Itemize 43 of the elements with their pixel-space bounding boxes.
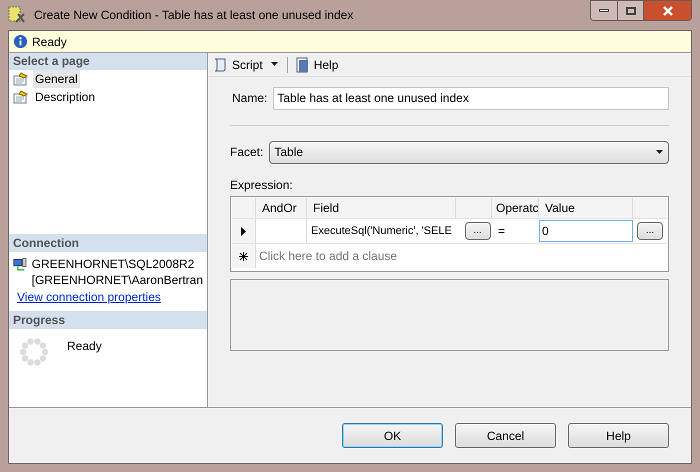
column-header: AndOr <box>256 198 307 218</box>
window-title: Create New Condition - Table has at least one unused index <box>34 7 354 24</box>
spinner-icon <box>19 337 49 367</box>
help-button[interactable]: Help <box>296 56 338 74</box>
dialog-button[interactable]: Cancel <box>455 423 556 448</box>
connection-properties-link[interactable]: View connection properties <box>9 288 207 306</box>
info-icon <box>13 34 28 49</box>
tools-icon <box>8 6 26 24</box>
add-clause-placeholder[interactable]: Click here to add a clause <box>256 247 400 265</box>
dialog-button[interactable]: Help <box>568 423 669 448</box>
table-cell-text: = <box>497 223 506 240</box>
page-icon <box>13 90 29 104</box>
minimize-button[interactable] <box>591 1 618 20</box>
server-name: GREENHORNET\SQL2008R2 <box>32 256 196 272</box>
page-icon <box>13 72 29 86</box>
sidebar-item[interactable]: General <box>33 70 80 88</box>
section-header: Progress <box>9 311 207 329</box>
maximize-button[interactable] <box>618 1 644 20</box>
column-header: Value <box>539 198 633 218</box>
section-header: Connection <box>9 234 207 252</box>
status-text: Ready <box>32 34 67 50</box>
section-header: Select a page <box>9 53 207 70</box>
column-header: Field <box>307 198 456 218</box>
value-field[interactable]: 0 <box>539 220 633 242</box>
field-label: Facet: <box>230 144 264 161</box>
dropdown-arrow-icon <box>270 62 279 67</box>
dropdown-arrow-icon <box>656 150 664 154</box>
column-header: Operatc <box>492 198 539 218</box>
field-label: Name: <box>232 90 268 107</box>
dialog-button[interactable]: OK <box>342 423 443 448</box>
table-cell-text: ExecuteSql('Numeric', 'SELE <box>310 224 453 239</box>
ellipsis-button[interactable]: ... <box>464 222 490 240</box>
scroll-icon <box>212 56 228 72</box>
user-name: [GREENHORNET\AaronBertran <box>32 272 203 288</box>
close-button[interactable] <box>644 1 691 20</box>
field-label: Expression: <box>230 177 294 194</box>
script-button[interactable]: Script <box>212 56 263 74</box>
close-icon <box>662 6 674 16</box>
facet-dropdown[interactable]: Table <box>269 140 669 164</box>
ellipsis-button[interactable]: ... <box>637 222 663 240</box>
name-field[interactable]: Table has at least one unused index <box>273 86 669 110</box>
progress-text: Ready <box>67 338 102 355</box>
help-book-icon <box>296 56 310 72</box>
